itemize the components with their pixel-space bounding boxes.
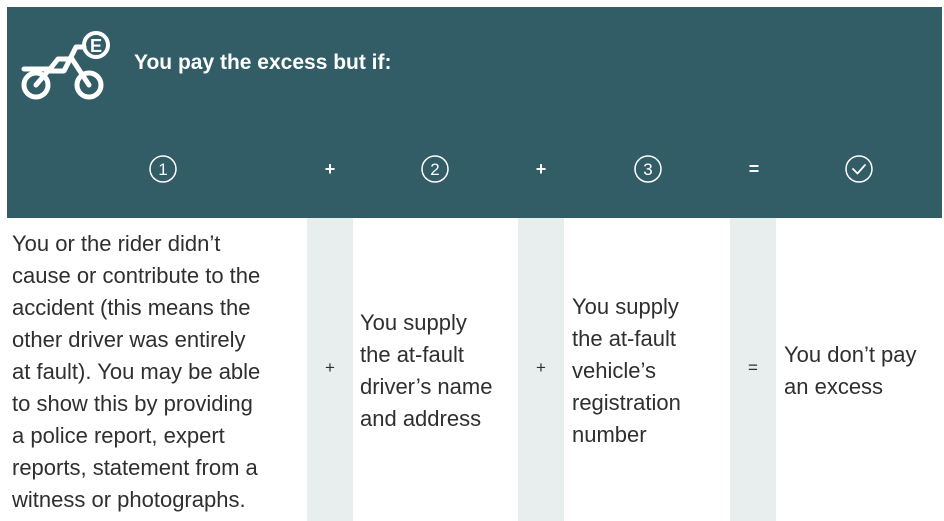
condition-1-text: You or the rider didn’t cause or contrib… [12, 231, 261, 512]
header-panel: E You pay the excess but if: 1 + 2 + 3 = [7, 7, 942, 218]
step-3-number: 3 [643, 160, 652, 179]
check-circle-icon [837, 147, 881, 191]
step-2-number: 2 [430, 160, 439, 179]
step-1-number: 1 [158, 160, 167, 179]
result-text: You don’t pay an excess [784, 342, 917, 399]
motorcycle-excess-icon: E [21, 31, 110, 100]
condition-3-text: You supply the at-fault vehicle’s regist… [572, 294, 681, 447]
body-plus-2: + [536, 358, 546, 377]
step-3-badge: 3 [626, 147, 670, 191]
condition-2-text: You supply the at-fault driver’s name an… [360, 310, 493, 431]
body-plus-1: + [325, 358, 335, 377]
step-2-badge: 2 [413, 147, 457, 191]
step-1-badge: 1 [141, 147, 185, 191]
header-title: You pay the excess but if: [134, 51, 392, 74]
header-plus-1: + [324, 158, 336, 179]
badge-letter: E [90, 36, 102, 56]
body-equals: = [748, 358, 758, 377]
excess-infographic: E You pay the excess but if: 1 + 2 + 3 = [0, 0, 944, 521]
header-plus-2: + [535, 158, 547, 179]
header-equals: = [748, 158, 760, 179]
